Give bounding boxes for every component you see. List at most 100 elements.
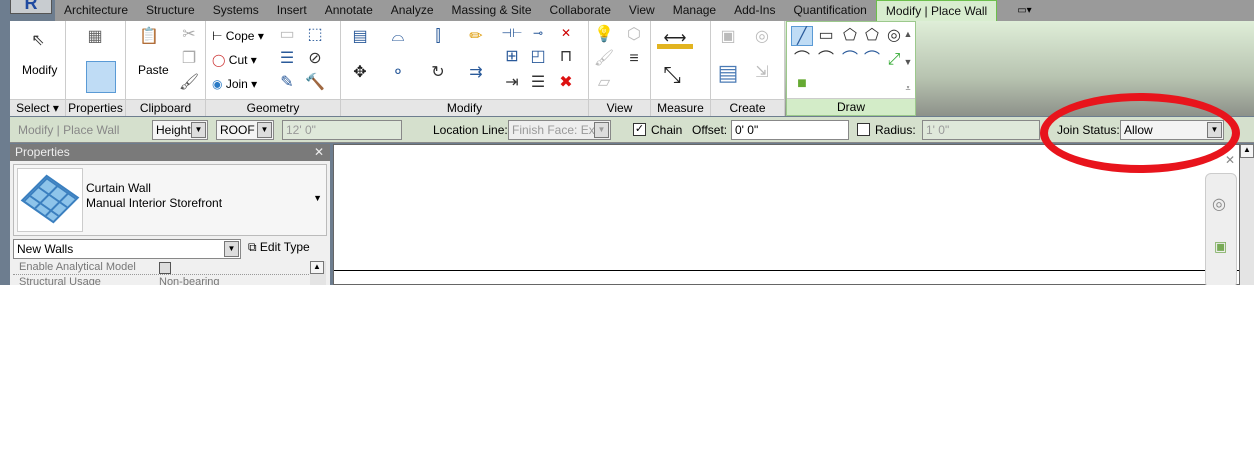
tab-massing-site[interactable]: Massing & Site — [443, 0, 541, 21]
override-graphics-icon[interactable]: 🖌 — [593, 49, 615, 69]
tab-modify-place-wall[interactable]: Modify | Place Wall — [875, 0, 998, 21]
unpin-icon[interactable]: ✕ — [555, 23, 577, 43]
offset-icon[interactable]: ⌓ — [387, 27, 409, 47]
inscribed-polygon-icon[interactable]: ⬠ — [839, 26, 861, 46]
select-dropdown[interactable]: Select ▾ — [10, 99, 65, 116]
trim-single-icon[interactable]: ⇥ — [501, 73, 523, 93]
chain-checkbox[interactable]: ✓ — [633, 123, 646, 136]
create-assembly-icon[interactable]: ▣ — [717, 27, 739, 47]
create-group-icon[interactable]: ◎ — [751, 27, 773, 47]
property-name: Enable Analytical Model — [19, 261, 136, 273]
scale-icon[interactable]: ◰ — [527, 47, 549, 67]
split-gap-icon[interactable]: ⊸ — [527, 23, 549, 43]
property-row: Structural Usage Non-bearing — [13, 276, 309, 285]
line-icon[interactable]: ╱ — [791, 26, 813, 46]
copy-element-icon[interactable]: ⚬ — [387, 63, 409, 83]
view-close-icon[interactable]: ✕ — [1225, 153, 1235, 167]
trim-extend-icon[interactable]: ⇉ — [465, 63, 487, 83]
demolish-icon[interactable]: ☰ — [276, 49, 298, 69]
pin-icon[interactable]: ⊓ — [555, 47, 577, 67]
tab-architecture[interactable]: Architecture — [55, 0, 137, 21]
level-select[interactable]: ROOF ▼ — [216, 120, 274, 140]
tab-add-ins[interactable]: Add-Ins — [725, 0, 784, 21]
radius-input[interactable]: 1' 0" — [922, 120, 1040, 140]
zoom-region-icon[interactable]: ▣ — [1214, 238, 1227, 255]
tab-annotate[interactable]: Annotate — [316, 0, 382, 21]
cut-geometry-button[interactable]: ◯ Cut ▾ — [212, 53, 257, 67]
tab-manage[interactable]: Manage — [664, 0, 725, 21]
split-icon[interactable]: ⊣⊢ — [501, 23, 523, 43]
navigation-bar: ◎ ▣ — [1205, 173, 1237, 285]
pick-faces-icon[interactable]: ■ — [791, 74, 813, 94]
tab-collaborate[interactable]: Collaborate — [541, 0, 620, 21]
scroll-up-icon[interactable]: ▲ — [310, 261, 324, 274]
height-mode-select[interactable]: Height: ▼ — [152, 120, 208, 140]
aligned-dimension-icon[interactable]: ⤡ — [661, 64, 683, 86]
tab-view[interactable]: View — [620, 0, 664, 21]
properties-button[interactable] — [86, 61, 116, 93]
scroll-up-icon[interactable]: ▲ — [901, 24, 915, 44]
panel-select: ⇖ Modify Select ▾ — [10, 21, 66, 116]
split-face-icon[interactable]: ⬚ — [304, 25, 326, 45]
modify-button[interactable]: Modify — [22, 63, 57, 77]
application-menu-button[interactable]: R — [10, 0, 52, 14]
rotate-icon[interactable]: ↻ — [427, 63, 449, 83]
filter-value: New Walls — [17, 242, 74, 256]
rectangle-icon[interactable]: ▭ — [815, 26, 837, 46]
view-element-icon[interactable]: ▱ — [593, 73, 615, 93]
cursor-icon: ⇖ — [31, 32, 45, 49]
match-properties-icon[interactable]: 🖌 — [178, 73, 200, 93]
tab-insert[interactable]: Insert — [268, 0, 316, 21]
paste-button[interactable]: Paste — [138, 63, 169, 77]
tab-quantification[interactable]: Quantification — [784, 0, 875, 21]
type-properties-icon[interactable]: ▦ — [84, 27, 106, 47]
height-input[interactable]: 12' 0" — [282, 120, 402, 140]
uncut-icon[interactable]: ⊘ — [304, 49, 326, 69]
create-similar-icon[interactable]: ⇲ — [751, 63, 773, 83]
scroll-down-icon[interactable]: ▼ — [901, 52, 915, 72]
tab-analyze[interactable]: Analyze — [382, 0, 443, 21]
cope-button[interactable]: ⊢ Cope ▾ — [212, 29, 264, 43]
lightbulb-icon[interactable]: 💡 — [593, 25, 615, 45]
properties-scrollbar[interactable]: ▲ — [310, 261, 326, 285]
move-icon[interactable]: ✥ — [349, 63, 371, 83]
hide-element-icon[interactable]: ⬡ — [623, 25, 645, 45]
canvas-scrollbar[interactable]: ▲ — [1240, 144, 1254, 285]
mirror-draw-axis-icon[interactable]: ✏ — [465, 27, 487, 47]
copy-icon[interactable]: ❐ — [178, 49, 200, 69]
wall-joins-icon[interactable]: ▭ — [276, 25, 298, 45]
analytical-model-checkbox[interactable] — [159, 262, 171, 274]
expand-gallery-icon[interactable]: ⩡ — [901, 78, 915, 98]
offset-input[interactable]: 0' 0" — [731, 120, 849, 140]
location-line-select[interactable]: Finish Face: Exte ▼ — [508, 120, 611, 140]
trim-multiple-icon[interactable]: ☰ — [527, 73, 549, 93]
delete-icon[interactable]: ✖ — [555, 73, 577, 93]
cut-icon[interactable]: ✂ — [178, 25, 200, 45]
hammer-icon[interactable]: 🔨 — [304, 73, 326, 93]
type-selector[interactable]: Curtain Wall Manual Interior Storefront … — [13, 164, 327, 236]
create-parts-icon[interactable]: ▤ — [717, 62, 739, 84]
instance-filter-select[interactable]: New Walls ▼ — [13, 239, 241, 259]
tab-systems[interactable]: Systems — [204, 0, 268, 21]
tangent-arc-icon[interactable]: ⌒ — [839, 50, 861, 70]
properties-header: Properties ✕ — [10, 144, 330, 161]
fillet-arc-icon[interactable]: ⌒ — [861, 50, 883, 70]
measure-distance-icon[interactable]: ⟷ — [657, 29, 693, 49]
tab-structure[interactable]: Structure — [137, 0, 204, 21]
paint-icon[interactable]: ✎ — [276, 73, 298, 93]
close-icon[interactable]: ✕ — [314, 144, 324, 161]
array-icon[interactable]: ⊞ — [501, 47, 523, 67]
mirror-pick-axis-icon[interactable]: ⫿ — [427, 27, 449, 47]
radius-checkbox[interactable] — [857, 123, 870, 136]
circumscribed-polygon-icon[interactable]: ⬠ — [861, 26, 883, 46]
ribbon-minimize-icon[interactable]: ▭▾ — [1017, 5, 1031, 16]
center-arc-icon[interactable]: ⌒ — [815, 50, 837, 70]
edit-type-button[interactable]: ⧉ Edit Type — [248, 240, 310, 255]
select-label: Select — [16, 101, 50, 115]
scroll-up-icon[interactable]: ▲ — [1240, 144, 1254, 158]
start-end-arc-icon[interactable]: ⌒ — [791, 50, 813, 70]
join-button[interactable]: ◉ Join ▾ — [212, 77, 257, 91]
linework-icon[interactable]: ≡ — [623, 49, 645, 69]
align-icon[interactable]: ▤ — [349, 27, 371, 47]
steering-wheel-2d-icon[interactable]: ◎ — [1212, 194, 1226, 214]
